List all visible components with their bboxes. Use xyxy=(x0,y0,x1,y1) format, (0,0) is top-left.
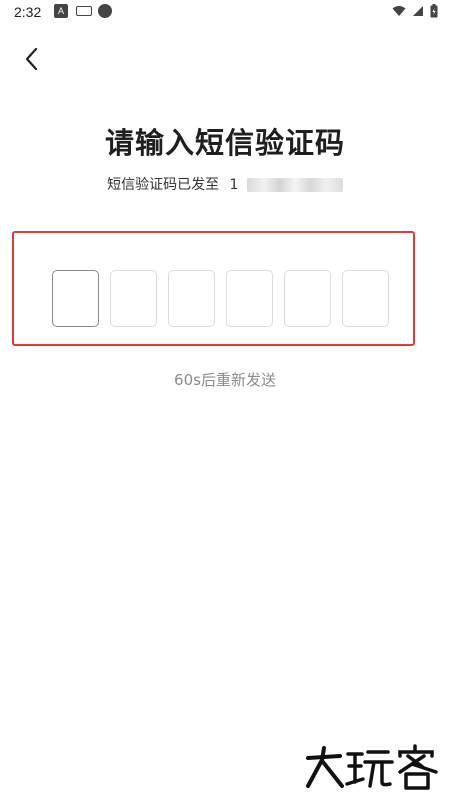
code-digit-2[interactable] xyxy=(110,270,157,327)
code-digit-3[interactable] xyxy=(168,270,215,327)
subtitle-text: 短信验证码已发至 xyxy=(107,177,220,193)
wifi-icon xyxy=(392,6,406,16)
chevron-left-icon xyxy=(25,47,38,71)
page-title: 请输入短信验证码 xyxy=(104,126,345,160)
status-bar: 2:32 A xyxy=(0,0,450,24)
resend-countdown: 60s后重新发送 xyxy=(174,371,276,389)
status-time: 2:32 xyxy=(14,4,42,20)
back-button[interactable] xyxy=(18,44,48,74)
verification-screen: 2:32 A 请输入短信验证码 短信验证码已发至 1 60s后重新发送 xyxy=(0,0,450,800)
status-right-icons xyxy=(392,3,438,19)
signal-icon xyxy=(413,6,423,16)
font-a-icon: A xyxy=(54,4,68,18)
code-input-row xyxy=(52,270,389,328)
phone-number-prefix: 1 xyxy=(229,177,239,193)
code-digit-1[interactable] xyxy=(52,270,99,327)
link-icon xyxy=(98,4,112,18)
phone-number-blurred xyxy=(246,178,343,192)
code-digit-5[interactable] xyxy=(284,270,331,327)
code-digit-6[interactable] xyxy=(342,270,389,327)
code-digit-4[interactable] xyxy=(226,270,273,327)
watermark-logo xyxy=(306,744,438,790)
subtitle: 短信验证码已发至 1 xyxy=(0,174,450,194)
battery-icon xyxy=(430,4,438,18)
keyboard-icon xyxy=(76,6,92,16)
